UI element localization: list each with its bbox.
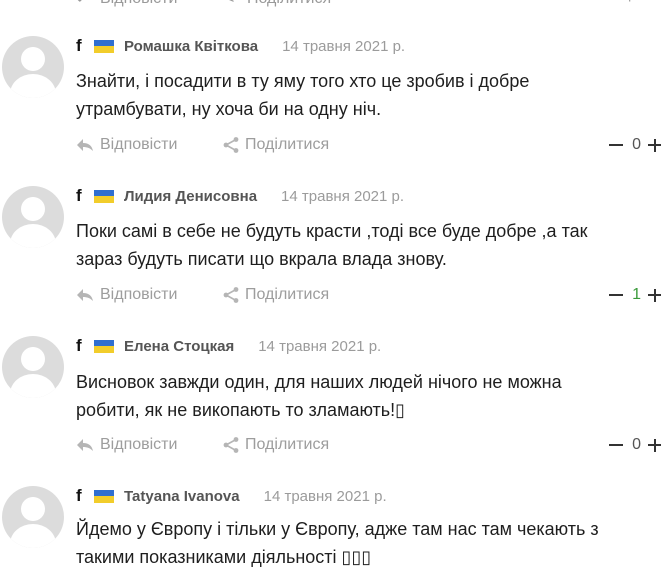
reply-button[interactable]: Відповісти <box>76 136 177 154</box>
share-button[interactable]: Поділитися <box>222 136 329 154</box>
comment-date: 14 травня 2021 р. <box>258 337 382 355</box>
facebook-icon: f <box>76 186 82 205</box>
downvote-button[interactable] <box>609 294 624 296</box>
reply-icon <box>77 289 93 301</box>
upvote-button[interactable] <box>648 138 661 152</box>
downvote-button[interactable] <box>609 444 624 446</box>
downvote-button[interactable] <box>609 144 624 146</box>
comment-text: Висновок завжди один, для наших людей ні… <box>76 372 562 420</box>
comment-header: f Елена Стоцкая 14 травня 2021 р. <box>76 336 381 356</box>
comment-text: Йдемо у Європу і тільки у Європу, адже т… <box>76 519 599 567</box>
share-button[interactable]: Поділитися <box>247 0 331 8</box>
comment-date: 14 травня 2021 р. <box>263 487 387 505</box>
comment-date: 14 травня 2021 р. <box>282 37 406 55</box>
facebook-icon: f <box>76 336 82 355</box>
vote-count: 1 <box>632 286 641 303</box>
share-icon: < <box>225 0 234 8</box>
vote-count: 0 <box>632 436 641 453</box>
reply-icon: ↶ <box>76 0 90 9</box>
author-name[interactable]: Лидия Денисовна <box>124 188 257 205</box>
avatar <box>2 36 64 98</box>
avatar <box>2 336 64 398</box>
share-icon <box>223 287 239 303</box>
comment-text: Поки самі в себе не будуть красти ,тоді … <box>76 221 588 269</box>
vote-control: 0 <box>609 136 661 154</box>
author-name[interactable]: Ромашка Квіткова <box>124 38 258 55</box>
author-name[interactable]: Елена Стоцкая <box>124 338 234 355</box>
avatar <box>2 486 64 548</box>
comment-actions: Відповісти Поділитися 0 <box>76 436 661 456</box>
ukraine-flag-icon <box>94 489 114 503</box>
previous-comment-actions: ↶ Відповісти < Поділитися + <box>0 0 665 10</box>
upvote-button[interactable] <box>648 288 661 302</box>
upvote-button[interactable] <box>648 438 661 452</box>
ukraine-flag-icon <box>94 189 114 203</box>
comment-header: f Ромашка Квіткова 14 травня 2021 р. <box>76 36 405 56</box>
reply-icon <box>77 139 93 151</box>
vote-control: 0 <box>609 436 661 454</box>
share-button[interactable]: Поділитися <box>222 436 329 454</box>
vote-count: 0 <box>632 136 641 153</box>
facebook-icon: f <box>76 36 82 55</box>
reply-button[interactable]: Відповісти <box>76 436 177 454</box>
share-icon <box>223 137 239 153</box>
comment-header: f Tatyana Ivanova 14 травня 2021 р. <box>76 486 387 506</box>
avatar <box>2 186 64 248</box>
comment-header: f Лидия Денисовна 14 травня 2021 р. <box>76 186 404 206</box>
reply-button[interactable]: Відповісти <box>76 286 177 304</box>
comment-actions: Відповісти Поділитися 1 <box>76 286 661 306</box>
share-icon <box>223 437 239 453</box>
facebook-icon: f <box>76 486 82 505</box>
ukraine-flag-icon <box>94 39 114 53</box>
author-name[interactable]: Tatyana Ivanova <box>124 488 240 505</box>
comment-date: 14 травня 2021 р. <box>281 187 405 205</box>
reply-icon <box>77 439 93 451</box>
comment-actions: Відповісти Поділитися 0 <box>76 136 661 156</box>
comment-text: Знайти, і посадити в ту яму того хто це … <box>76 71 530 119</box>
upvote-icon[interactable]: + <box>625 0 634 8</box>
reply-button[interactable]: Відповісти <box>100 0 177 8</box>
vote-control: 1 <box>609 286 661 304</box>
share-button[interactable]: Поділитися <box>222 286 329 304</box>
ukraine-flag-icon <box>94 339 114 353</box>
